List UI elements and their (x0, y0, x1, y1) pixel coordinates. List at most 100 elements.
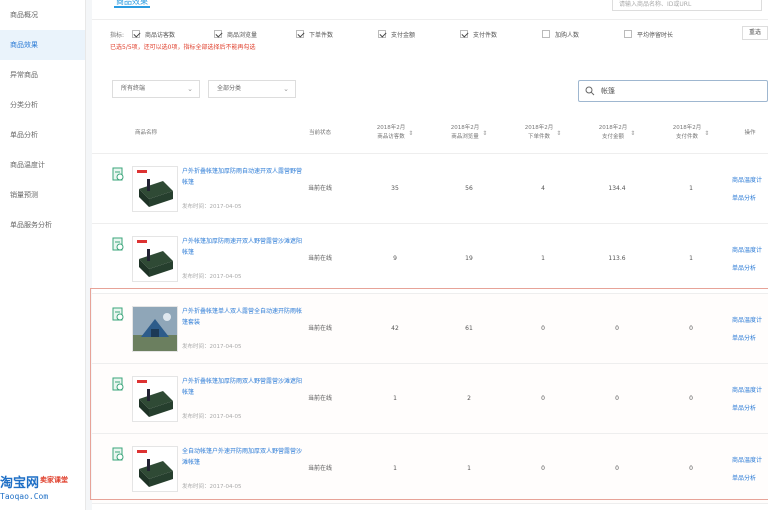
metric-label: 加购人数 (555, 31, 580, 39)
product-status: 当前在线 (307, 395, 332, 402)
product-detail-icon[interactable] (112, 166, 124, 181)
metric-value: 61 (465, 325, 473, 332)
chevron-down-icon: ⌄ (187, 85, 193, 93)
top-search-input[interactable]: 请输入商品名称、ID或URL (612, 0, 762, 11)
metric-label: 平均停留时长 (637, 31, 674, 39)
metric-option[interactable]: 商品浏览量 (214, 30, 296, 39)
single-analysis-link[interactable]: 单品分析 (732, 330, 768, 348)
sidebar-item[interactable]: 异常商品 (0, 60, 85, 90)
th-visitors[interactable]: 2018年2月 商品访客数 ⇕ (362, 112, 428, 154)
th-pay-amount[interactable]: 2018年2月 支付金额 ⇕ (584, 112, 650, 154)
product-thumbnail[interactable] (132, 306, 178, 352)
product-table: 商品名称 当前状态 2018年2月 商品访客数 ⇕ 2018年2月 商品浏览量 ⇕ 20… (92, 112, 768, 504)
table-row: 户外折叠帐篷单人双人露营全自动速开防雨帐篷套装 发布时间：2017-04-05 当前… (92, 294, 768, 364)
temperature-link[interactable]: 商品温度计 (732, 242, 768, 260)
watermark: 淘宝网 卖家课堂 Taoqao.Com (0, 470, 90, 506)
product-thumbnail[interactable] (132, 236, 178, 282)
row-actions: 商品温度计 单品分析 (732, 242, 768, 278)
watermark-sub: 卖家课堂 (40, 476, 68, 484)
single-analysis-link[interactable]: 单品分析 (732, 260, 768, 278)
tent-image (133, 377, 177, 421)
chevron-down-icon: ⌄ (283, 85, 289, 93)
table-row: 户外折叠帐篷加厚防雨自动速开双人露营野营帐篷 发布时间：2017-04-05 当前在… (92, 154, 768, 224)
product-name-link[interactable]: 户外折叠帐篷单人双人露营全自动速开防雨帐篷套装 (182, 306, 302, 328)
th-product-name: 商品名称 (134, 129, 157, 136)
product-detail-icon[interactable] (112, 446, 124, 461)
tab-product-effect[interactable]: 商品效果 (114, 0, 150, 8)
sidebar-item[interactable]: 单品服务分析 (0, 210, 85, 240)
product-thumbnail[interactable] (132, 376, 178, 422)
table-row: 全自动帐篷户外速开防雨加厚双人野营露营沙滩帐篷 发布时间：2017-04-05 当前… (92, 434, 768, 504)
checkbox[interactable] (542, 30, 551, 38)
th-order-count[interactable]: 2018年2月 下单件数 ⇕ (510, 112, 576, 154)
metric-option[interactable]: 下单件数 (296, 30, 378, 39)
metric-value: 0 (689, 465, 693, 472)
th-pageviews[interactable]: 2018年2月 商品浏览量 ⇕ (436, 112, 502, 154)
sidebar-item[interactable]: 单品分析 (0, 120, 85, 150)
checkbox[interactable] (296, 30, 305, 38)
metrics-label: 指标: (110, 31, 125, 39)
metric-option[interactable]: 平均停留时长 (624, 30, 706, 39)
metric-value: 0 (615, 465, 619, 472)
sort-icon: ⇕ (630, 129, 636, 137)
single-analysis-link[interactable]: 单品分析 (732, 190, 768, 208)
product-detail-icon[interactable] (112, 236, 124, 251)
sidebar-item[interactable]: 商品效果 (0, 30, 85, 60)
metric-option[interactable]: 支付件数 (460, 30, 542, 39)
sidebar-item[interactable]: 销量预测 (0, 180, 85, 210)
metrics-warning: 已选5/5项，还可以选0项，指标全部选择后不能再勾选 (110, 44, 256, 51)
metric-option[interactable]: 加购人数 (542, 30, 624, 39)
main-panel: 商品效果 请输入商品名称、ID或URL 指标: 商品访客数 商品浏览量 下单件数 支付… (92, 0, 768, 510)
sort-icon: ⇕ (408, 129, 414, 137)
metric-value: 0 (541, 395, 545, 402)
terminal-select[interactable]: 所有终端 ⌄ (112, 80, 200, 98)
sidebar-item[interactable]: 商品概况 (0, 0, 85, 30)
checkbox[interactable] (378, 30, 387, 38)
temperature-link[interactable]: 商品温度计 (732, 172, 768, 190)
checkbox[interactable] (132, 30, 141, 38)
checkbox[interactable] (214, 30, 223, 38)
sort-icon: ⇕ (482, 129, 488, 137)
metric-value: 2 (467, 395, 471, 402)
tent-image (133, 447, 177, 491)
checkbox[interactable] (460, 30, 469, 38)
metric-value: 42 (391, 325, 399, 332)
watermark-brand: 淘宝网 (0, 476, 40, 491)
temperature-link[interactable]: 商品温度计 (732, 452, 768, 470)
sidebar-item[interactable]: 分类分析 (0, 90, 85, 120)
search-value: 帐篷 (601, 87, 615, 95)
product-publish-date: 发布时间：2017-04-05 (182, 484, 242, 490)
checkbox[interactable] (624, 30, 633, 38)
metric-value: 1 (393, 465, 397, 472)
product-thumbnail[interactable] (132, 166, 178, 212)
row-actions: 商品温度计 单品分析 (732, 382, 768, 418)
reset-button[interactable]: 重选 (742, 26, 768, 40)
th-pay-count[interactable]: 2018年2月 支付件数 ⇕ (658, 112, 724, 154)
product-detail-icon[interactable] (112, 376, 124, 391)
metric-value: 1 (467, 465, 471, 472)
tent-image (133, 167, 177, 211)
product-detail-icon[interactable] (112, 306, 124, 321)
th-status: 当前状态 (308, 129, 331, 136)
category-select[interactable]: 全部分类 ⌄ (208, 80, 296, 98)
product-name-link[interactable]: 户外帐篷加厚防雨速开双人野营露营沙滩遮阳帐篷 (182, 236, 302, 258)
metric-option[interactable]: 商品访客数 (132, 30, 214, 39)
metric-option[interactable]: 支付金额 (378, 30, 460, 39)
sidebar-item[interactable]: 商品温度计 (0, 150, 85, 180)
single-analysis-link[interactable]: 单品分析 (732, 470, 768, 488)
sort-icon: ⇕ (556, 129, 562, 137)
temperature-link[interactable]: 商品温度计 (732, 312, 768, 330)
single-analysis-link[interactable]: 单品分析 (732, 400, 768, 418)
metric-label: 下单件数 (309, 31, 334, 39)
table-header: 商品名称 当前状态 2018年2月 商品访客数 ⇕ 2018年2月 商品浏览量 ⇕ 20… (92, 112, 768, 154)
product-thumbnail[interactable] (132, 446, 178, 492)
product-name-link[interactable]: 全自动帐篷户外速开防雨加厚双人野营露营沙滩帐篷 (182, 446, 302, 468)
temperature-link[interactable]: 商品温度计 (732, 382, 768, 400)
product-name-link[interactable]: 户外折叠帐篷加厚防雨双人野营露营沙滩遮阳帐篷 (182, 376, 302, 398)
product-search-input[interactable]: 帐篷 (578, 80, 768, 102)
sort-icon: ⇕ (704, 129, 710, 137)
metric-label: 支付金额 (391, 31, 416, 39)
product-publish-date: 发布时间：2017-04-05 (182, 414, 242, 420)
product-publish-date: 发布时间：2017-04-05 (182, 204, 242, 210)
product-name-link[interactable]: 户外折叠帐篷加厚防雨自动速开双人露营野营帐篷 (182, 166, 302, 188)
